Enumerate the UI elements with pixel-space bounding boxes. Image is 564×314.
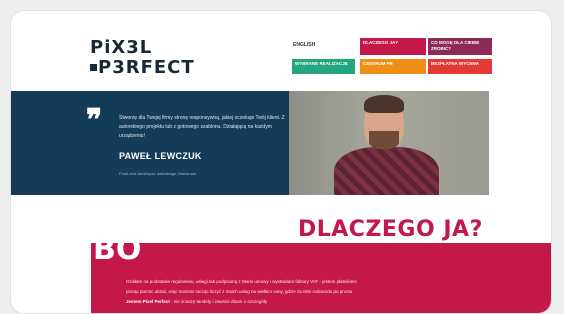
quote-icon: ❞ bbox=[86, 103, 103, 138]
nav-quote-button[interactable]: BEZPŁATNA WYCENA bbox=[428, 59, 492, 74]
section-line-3: Jestem Pixel Perfect - nie znoszę tandet… bbox=[126, 299, 267, 304]
section-line-3-rest: - nie znoszę tandety i zawsze dbam o szc… bbox=[169, 299, 268, 304]
section-line-2: pisząc pomoc ubrać, wiąc możesz racząc l… bbox=[126, 289, 353, 294]
hero-author-subtitle: Front-end developer, webdesign, freelanc… bbox=[119, 171, 197, 176]
logo[interactable]: PiX3L P3RFECT bbox=[90, 39, 210, 79]
nav-services-button[interactable]: CO MOGĘ DLA CIEBIE ZROBIĆ? bbox=[428, 38, 492, 55]
hero-author: PAWEŁ LEWCZUK bbox=[119, 151, 202, 161]
photo-beard bbox=[369, 131, 399, 149]
logo-line-1: PiX3L bbox=[90, 37, 153, 58]
nav-portfolio-button[interactable]: WYBRANE REALIZACJE bbox=[292, 59, 355, 74]
page-frame: PiX3L P3RFECT ENGLISH DLACZEGO JA? CO MO… bbox=[10, 10, 552, 314]
logo-line-2: P3RFECT bbox=[98, 57, 195, 78]
hero-quote: Stworzę dla Twojej firmy stronę responsy… bbox=[119, 115, 285, 139]
section-line-3-bold: Jestem Pixel Perfect bbox=[126, 299, 170, 304]
section-title: DLACZEGO JA? bbox=[298, 217, 483, 242]
logo-square-icon bbox=[90, 64, 97, 71]
photo-hair bbox=[364, 95, 404, 113]
language-link[interactable]: ENGLISH bbox=[293, 42, 315, 48]
nav-fb-button[interactable]: CENTRUM FB bbox=[360, 59, 426, 74]
nav-why-me-button[interactable]: DLACZEGO JA? bbox=[360, 38, 426, 55]
section-line-1: Działam na podstawie regulaminu, usługi … bbox=[126, 279, 357, 284]
author-photo bbox=[289, 91, 489, 195]
section-big-letters: BO bbox=[93, 232, 142, 267]
section-spacer bbox=[11, 195, 551, 219]
photo-shirt bbox=[334, 147, 439, 195]
